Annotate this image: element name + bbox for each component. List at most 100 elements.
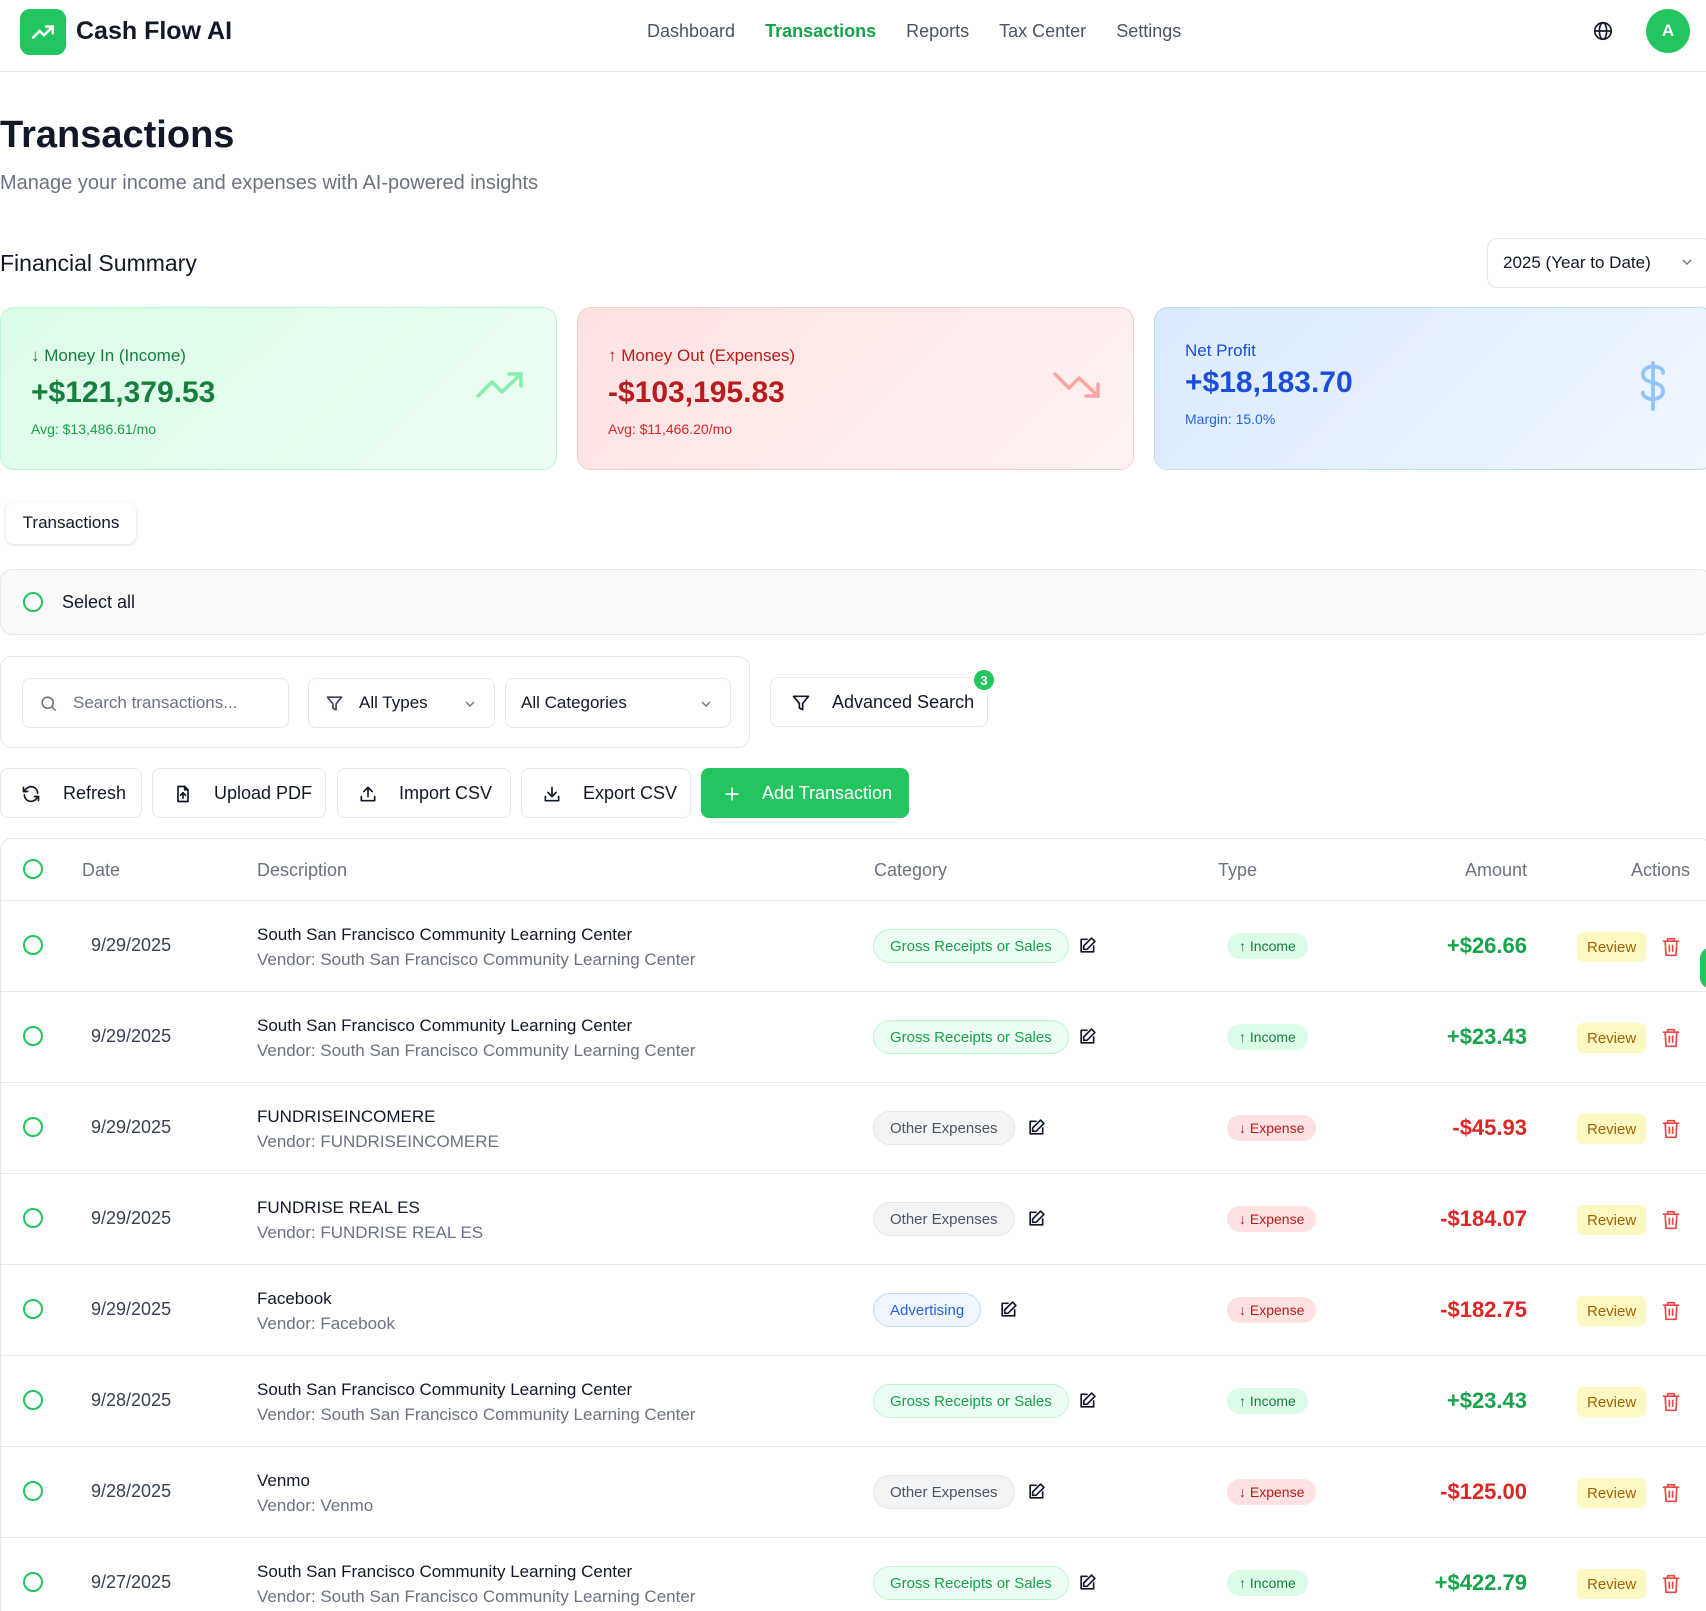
nav-transactions[interactable]: Transactions (765, 21, 876, 42)
trash-icon[interactable] (1661, 1209, 1681, 1231)
trash-icon[interactable] (1661, 1027, 1681, 1049)
row-vendor: Vendor: Facebook (257, 1314, 395, 1334)
review-button[interactable]: Review (1577, 932, 1646, 962)
trash-icon[interactable] (1661, 1482, 1681, 1504)
row-amount: -$182.75 (1440, 1297, 1527, 1323)
chevron-down-icon (698, 696, 714, 712)
review-button[interactable]: Review (1577, 1296, 1646, 1326)
trending-up-logo-icon[interactable] (20, 9, 66, 55)
dollar-icon (1635, 360, 1671, 412)
row-description: Venmo (257, 1471, 310, 1491)
review-button[interactable]: Review (1577, 1205, 1646, 1235)
trash-icon[interactable] (1661, 1573, 1681, 1595)
categories-filter-select[interactable]: All Categories (505, 678, 731, 728)
trash-icon[interactable] (1661, 936, 1681, 958)
header-amount[interactable]: Amount (1465, 860, 1527, 881)
row-category-badge[interactable]: Other Expenses (873, 1111, 1015, 1145)
app-name[interactable]: Cash Flow AI (76, 17, 232, 46)
refresh-button[interactable]: Refresh (0, 768, 142, 818)
edit-icon[interactable] (1026, 1482, 1046, 1502)
row-amount: -$125.00 (1440, 1479, 1527, 1505)
income-value: +$121,379.53 (31, 376, 215, 410)
table-row[interactable]: 9/28/2025VenmoVendor: VenmoOther Expense… (1, 1447, 1706, 1538)
table-row[interactable]: 9/29/2025FUNDRISEINCOMEREVendor: FUNDRIS… (1, 1083, 1706, 1174)
nav-settings[interactable]: Settings (1116, 21, 1181, 42)
edit-icon[interactable] (1077, 1027, 1097, 1047)
period-select[interactable]: 2025 (Year to Date) (1487, 238, 1706, 288)
review-button[interactable]: Review (1577, 1023, 1646, 1053)
select-all-checkbox[interactable] (23, 592, 43, 612)
table-row[interactable]: 9/27/2025South San Francisco Community L… (1, 1538, 1706, 1611)
side-panel-handle[interactable] (1700, 948, 1706, 988)
nav-tax-center[interactable]: Tax Center (999, 21, 1086, 42)
trash-icon[interactable] (1661, 1391, 1681, 1413)
net-profit-margin: Margin: 15.0% (1185, 411, 1275, 427)
trash-icon[interactable] (1661, 1118, 1681, 1140)
edit-icon[interactable] (998, 1300, 1018, 1320)
globe-icon[interactable] (1592, 20, 1614, 42)
row-category-badge[interactable]: Gross Receipts or Sales (873, 1020, 1069, 1054)
advanced-search-button[interactable]: Advanced Search (770, 677, 988, 727)
row-category-badge[interactable]: Other Expenses (873, 1475, 1015, 1509)
row-type-badge: ↑ Income (1227, 1570, 1308, 1596)
table-row[interactable]: 9/29/2025South San Francisco Community L… (1, 992, 1706, 1083)
nav-reports[interactable]: Reports (906, 21, 969, 42)
edit-icon[interactable] (1026, 1209, 1046, 1229)
row-select-checkbox[interactable] (23, 1117, 43, 1137)
row-vendor: Vendor: FUNDRISE REAL ES (257, 1223, 483, 1243)
export-csv-button[interactable]: Export CSV (521, 768, 691, 818)
edit-icon[interactable] (1077, 1573, 1097, 1593)
page-subtitle: Manage your income and expenses with AI-… (0, 172, 538, 195)
row-category-badge[interactable]: Gross Receipts or Sales (873, 929, 1069, 963)
chevron-down-icon (462, 696, 478, 712)
transactions-table: Date Description Category Type Amount Ac… (0, 838, 1706, 1611)
row-type-badge: ↑ Income (1227, 1024, 1308, 1050)
types-filter-select[interactable]: All Types (308, 678, 495, 728)
row-select-checkbox[interactable] (23, 935, 43, 955)
header-date[interactable]: Date (82, 860, 120, 881)
header-category[interactable]: Category (874, 860, 947, 881)
review-button[interactable]: Review (1577, 1114, 1646, 1144)
row-select-checkbox[interactable] (23, 1299, 43, 1319)
header-description[interactable]: Description (257, 860, 347, 881)
row-description: FUNDRISEINCOMERE (257, 1107, 436, 1127)
row-select-checkbox[interactable] (23, 1026, 43, 1046)
row-select-checkbox[interactable] (23, 1481, 43, 1501)
row-select-checkbox[interactable] (23, 1208, 43, 1228)
add-transaction-label: Add Transaction (762, 783, 892, 804)
filters-panel: Search transactions... All Types All Cat… (0, 656, 750, 748)
header-type[interactable]: Type (1218, 860, 1257, 881)
search-placeholder: Search transactions... (73, 693, 237, 713)
table-row[interactable]: 9/29/2025FacebookVendor: FacebookAdverti… (1, 1265, 1706, 1356)
trash-icon[interactable] (1661, 1300, 1681, 1322)
row-description: South San Francisco Community Learning C… (257, 1380, 632, 1400)
tab-transactions[interactable]: Transactions (6, 502, 136, 544)
review-button[interactable]: Review (1577, 1478, 1646, 1508)
row-amount: -$184.07 (1440, 1206, 1527, 1232)
import-csv-button[interactable]: Import CSV (337, 768, 511, 818)
period-select-value: 2025 (Year to Date) (1503, 253, 1651, 273)
row-category-badge[interactable]: Other Expenses (873, 1202, 1015, 1236)
review-button[interactable]: Review (1577, 1569, 1646, 1599)
row-select-checkbox[interactable] (23, 1572, 43, 1592)
plus-icon (722, 784, 742, 804)
expense-label: ↑ Money Out (Expenses) (608, 346, 795, 366)
edit-icon[interactable] (1077, 1391, 1097, 1411)
avatar[interactable]: A (1646, 9, 1690, 53)
edit-icon[interactable] (1077, 936, 1097, 956)
review-button[interactable]: Review (1577, 1387, 1646, 1417)
row-select-checkbox[interactable] (23, 1390, 43, 1410)
table-row[interactable]: 9/29/2025South San Francisco Community L… (1, 901, 1706, 992)
row-category-badge[interactable]: Advertising (873, 1293, 981, 1327)
upload-pdf-button[interactable]: Upload PDF (152, 768, 326, 818)
add-transaction-button[interactable]: Add Transaction (701, 768, 909, 818)
income-average: Avg: $13,486.61/mo (31, 421, 156, 437)
header-select-checkbox[interactable] (23, 859, 43, 879)
search-input[interactable]: Search transactions... (22, 678, 289, 728)
row-category-badge[interactable]: Gross Receipts or Sales (873, 1566, 1069, 1600)
table-row[interactable]: 9/29/2025FUNDRISE REAL ESVendor: FUNDRIS… (1, 1174, 1706, 1265)
edit-icon[interactable] (1026, 1118, 1046, 1138)
row-category-badge[interactable]: Gross Receipts or Sales (873, 1384, 1069, 1418)
nav-dashboard[interactable]: Dashboard (647, 21, 735, 42)
table-row[interactable]: 9/28/2025South San Francisco Community L… (1, 1356, 1706, 1447)
